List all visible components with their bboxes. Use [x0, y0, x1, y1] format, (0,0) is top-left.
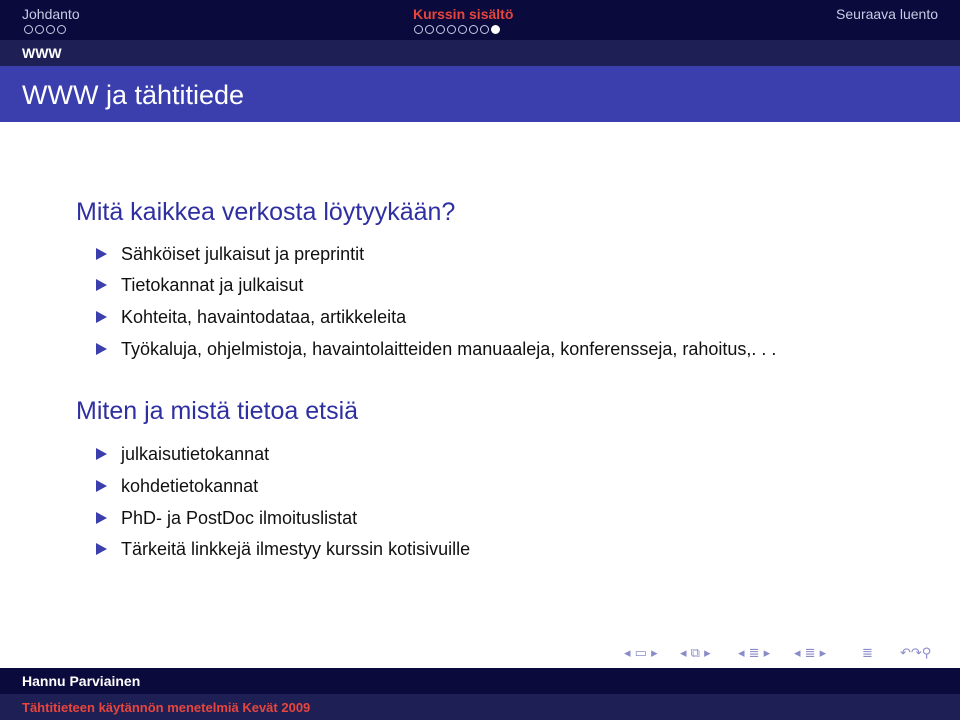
frame-dot[interactable]	[436, 25, 445, 34]
bullet-triangle-icon	[96, 512, 107, 524]
list-item-text: kohdetietokannat	[121, 475, 259, 496]
slide-nav-icon[interactable]: ◂ ▭ ▸	[624, 646, 658, 661]
list-item-text: julkaisutietokannat	[121, 443, 270, 464]
frame-dot[interactable]	[480, 25, 489, 34]
footer-course-bar: Tähtitieteen käytännön menetelmiä Kevät …	[0, 694, 960, 720]
section-link-kurssin-sisalto[interactable]: Kurssin sisältö	[413, 6, 513, 22]
list-item-text: Työkaluja, ohjelmistoja, havaintolaittei…	[121, 338, 777, 359]
bullet-triangle-icon	[96, 343, 107, 355]
section-nav-icon[interactable]: ◂ ≣ ▸	[794, 646, 826, 661]
frame-dot[interactable]	[425, 25, 434, 34]
list-item: Sähköiset julkaisut ja preprintit	[96, 242, 364, 266]
list-item: julkaisutietokannat	[96, 442, 269, 466]
frame-dot[interactable]	[57, 25, 66, 34]
bullet-triangle-icon	[96, 279, 107, 291]
list-item: Työkaluja, ohjelmistoja, havaintolaittei…	[96, 337, 776, 361]
bullet-triangle-icon	[96, 448, 107, 460]
list-item: Kohteita, havaintodataa, artikkeleita	[96, 305, 406, 329]
list-item-text: Kohteita, havaintodataa, artikkeleita	[121, 306, 407, 327]
list-item: Tärkeitä linkkejä ilmestyy kurssin kotis…	[96, 537, 470, 561]
bullet-triangle-icon	[96, 248, 107, 260]
list-item: Tietokannat ja julkaisut	[96, 273, 303, 297]
frame-dot[interactable]	[35, 25, 44, 34]
frame-dot[interactable]	[24, 25, 33, 34]
list-item-text: PhD- ja PostDoc ilmoituslistat	[121, 507, 358, 528]
footer-course: Tähtitieteen käytännön menetelmiä Kevät …	[22, 700, 311, 715]
footer-author-bar: Hannu Parviainen	[0, 668, 960, 694]
frame-dot[interactable]	[458, 25, 467, 34]
frame-dot[interactable]	[469, 25, 478, 34]
frame-nav-icon[interactable]: ◂ ⧉ ▸	[680, 646, 711, 661]
current-frame-dot[interactable]	[491, 25, 500, 34]
block-title-mita-kaikkea: Mitä kaikkea verkosta löytyykään?	[76, 198, 456, 226]
list-item-text: Sähköiset julkaisut ja preprintit	[121, 243, 365, 264]
document-nav-icon[interactable]: ≣	[862, 646, 873, 661]
search-zoom-icon[interactable]: ↶↷⚲	[900, 646, 931, 661]
list-item: kohdetietokannat	[96, 474, 258, 498]
block-title-miten-ja-mista: Miten ja mistä tietoa etsiä	[76, 397, 359, 425]
frame-title: WWW ja tähtitiede	[22, 80, 245, 110]
navigation-symbols: ◂ ▭ ▸ ◂ ⧉ ▸ ◂ ≣ ▸ ◂ ≣ ▸ ≣ ↶↷⚲	[624, 646, 954, 664]
subsection-label[interactable]: WWW	[22, 45, 62, 61]
subsection-bar: WWW	[0, 40, 960, 66]
frame-dot[interactable]	[414, 25, 423, 34]
list-item: PhD- ja PostDoc ilmoituslistat	[96, 506, 357, 530]
slide-content: Mitä kaikkea verkosta löytyykään? Sähköi…	[0, 122, 960, 668]
list-item-text: Tietokannat ja julkaisut	[121, 274, 304, 295]
section-dots-kurssin-sisalto	[414, 25, 500, 35]
list-item-text: Tärkeitä linkkejä ilmestyy kurssin kotis…	[121, 538, 471, 559]
subsection-nav-icon[interactable]: ◂ ≣ ▸	[738, 646, 770, 661]
frame-title-bar: WWW ja tähtitiede	[0, 66, 960, 122]
bullet-triangle-icon	[96, 480, 107, 492]
frame-dot[interactable]	[447, 25, 456, 34]
bullet-triangle-icon	[96, 543, 107, 555]
section-link-seuraava-luento[interactable]: Seuraava luento	[836, 6, 938, 22]
section-navigation-bar: Johdanto Kurssin sisältö Seuraava luento	[0, 0, 960, 40]
frame-dot[interactable]	[46, 25, 55, 34]
footer-author: Hannu Parviainen	[22, 673, 141, 689]
section-dots-johdanto	[24, 25, 66, 35]
section-link-johdanto[interactable]: Johdanto	[22, 6, 80, 22]
bullet-triangle-icon	[96, 311, 107, 323]
